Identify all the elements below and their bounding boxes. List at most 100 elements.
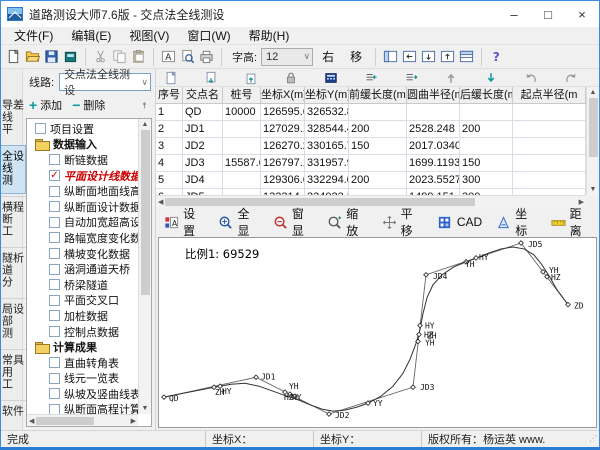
scroll-up-icon[interactable]: ▲ xyxy=(140,119,151,130)
add-button[interactable]: +添加 xyxy=(25,96,66,114)
text-button-1[interactable]: 移 xyxy=(343,47,369,66)
tree-item[interactable]: 平面交叉口 xyxy=(31,293,138,309)
table-cell[interactable]: 150 xyxy=(460,155,513,172)
sidebar-tab-软件[interactable]: 软件 xyxy=(0,400,26,429)
checkbox-icon[interactable] xyxy=(49,326,60,337)
checkbox-icon[interactable] xyxy=(49,186,60,197)
remove-button[interactable]: −删除 xyxy=(68,96,109,114)
tree-item[interactable]: 纵坡及竖曲线表 xyxy=(31,386,138,402)
table-cell[interactable] xyxy=(349,155,407,172)
tree-item[interactable]: 控制点数据 xyxy=(31,324,138,340)
table-cell[interactable]: 200 xyxy=(460,121,513,138)
pin-button[interactable] xyxy=(136,97,153,114)
redo-icon[interactable] xyxy=(562,69,579,86)
table-cell[interactable]: 330165.76 xyxy=(305,138,349,155)
tree-item[interactable]: 计算成果 xyxy=(31,339,138,355)
tree-item[interactable]: 纵断面地面线高程 xyxy=(31,183,138,199)
table-cell[interactable] xyxy=(460,138,513,155)
table-cell[interactable] xyxy=(513,138,586,155)
text-button-0[interactable]: 右 xyxy=(315,47,341,66)
menu-item-3[interactable]: 窗口(W) xyxy=(178,26,239,45)
win-arrow-left-icon[interactable] xyxy=(401,48,418,65)
checkbox-icon[interactable] xyxy=(49,357,60,368)
tree-item[interactable]: 纵断面设计数据 xyxy=(31,199,138,215)
table-cell[interactable]: 332294.00 xyxy=(305,172,349,189)
sidebar-tab-导线平差[interactable]: 导线平差 xyxy=(0,94,26,143)
tree-item[interactable]: 数据输入 xyxy=(31,137,138,153)
menu-item-4[interactable]: 帮助(H) xyxy=(240,26,299,45)
table-cell[interactable]: 126595.62 xyxy=(261,104,305,121)
append-row-icon[interactable] xyxy=(402,69,419,86)
win-split-left-icon[interactable] xyxy=(382,48,399,65)
insert-row-icon[interactable] xyxy=(362,69,379,86)
table-cell[interactable]: 3 xyxy=(156,138,183,155)
tree-item[interactable]: ✓平面设计线数据 xyxy=(31,168,138,184)
table-cell[interactable]: 126797.13 xyxy=(261,155,305,172)
table-cell[interactable]: 2528.248 xyxy=(407,121,460,138)
print-icon[interactable] xyxy=(198,48,215,65)
scrollbar-thumb[interactable] xyxy=(165,198,475,206)
table-cell[interactable] xyxy=(223,121,261,138)
print-preview-icon[interactable] xyxy=(179,48,196,65)
checkbox-icon[interactable] xyxy=(49,310,60,321)
table-cell[interactable]: 200 xyxy=(349,172,407,189)
route-combobox[interactable]: 交点法全线测设 ∨ xyxy=(59,73,151,91)
blank-page-icon[interactable] xyxy=(162,69,179,86)
table-cell[interactable] xyxy=(513,172,586,189)
checkbox-icon[interactable]: ✓ xyxy=(49,170,60,181)
checkbox-icon[interactable] xyxy=(49,217,60,228)
checkbox-icon[interactable] xyxy=(49,264,60,275)
table-cell[interactable]: 300 xyxy=(460,172,513,189)
checkbox-icon[interactable] xyxy=(49,248,60,259)
table-cell[interactable]: JD4 xyxy=(183,172,223,189)
win-split-h-icon[interactable] xyxy=(458,48,475,65)
table-cell[interactable] xyxy=(513,155,586,172)
alignment-plot[interactable]: 比例1: 69529QDZHHYJD1YHHZHYJD2YYJD3HYHZZHY… xyxy=(159,238,596,427)
table-cell[interactable]: 326532.86 xyxy=(305,104,349,121)
table-cell[interactable] xyxy=(349,104,407,121)
table-cell[interactable]: JD1 xyxy=(183,121,223,138)
scrollbar-thumb[interactable] xyxy=(141,130,150,295)
table-cell[interactable]: QD xyxy=(183,104,223,121)
lock-icon[interactable] xyxy=(282,69,299,86)
menu-item-2[interactable]: 视图(V) xyxy=(120,26,178,45)
sidebar-tab-横断工程[interactable]: 横断工程 xyxy=(0,196,26,245)
table-cell[interactable] xyxy=(223,138,261,155)
table-cell[interactable]: 2023.5527 xyxy=(407,172,460,189)
tree-item[interactable]: 直曲转角表 xyxy=(31,355,138,371)
table-cell[interactable] xyxy=(407,104,460,121)
maximize-button[interactable]: □ xyxy=(531,1,565,27)
scroll-down-icon[interactable]: ▼ xyxy=(140,403,151,414)
checkbox-icon[interactable] xyxy=(35,123,46,134)
scrollbar-thumb[interactable] xyxy=(36,417,94,425)
table-cell[interactable]: 200 xyxy=(349,121,407,138)
win-arrow-down-icon[interactable] xyxy=(420,48,437,65)
open-folder-icon[interactable] xyxy=(24,48,41,65)
table-cell[interactable]: 150 xyxy=(349,138,407,155)
table-cell[interactable]: 129306.67 xyxy=(261,172,305,189)
undo-icon[interactable] xyxy=(522,69,539,86)
font-icon[interactable]: A xyxy=(160,48,177,65)
table-cell[interactable]: 5 xyxy=(156,172,183,189)
table-cell[interactable]: 4 xyxy=(156,155,183,172)
plot-tool-CAD[interactable]: CAD xyxy=(436,214,482,231)
table-cell[interactable]: 2 xyxy=(156,121,183,138)
tree-item[interactable]: 线元一览表 xyxy=(31,371,138,387)
table-cell[interactable]: 10000 xyxy=(223,104,261,121)
checkbox-icon[interactable] xyxy=(49,373,60,384)
plot-tool-距离[interactable]: 距离 xyxy=(551,205,591,239)
checkbox-icon[interactable] xyxy=(49,154,60,165)
table-cell[interactable]: JD2 xyxy=(183,138,223,155)
tree-item[interactable]: 加桩数据 xyxy=(31,308,138,324)
table-cell[interactable]: 328544.44 xyxy=(305,121,349,138)
checkbox-icon[interactable] xyxy=(49,201,60,212)
export-up-icon[interactable] xyxy=(242,69,259,86)
plot-tool-设置[interactable]: A设置 xyxy=(164,205,204,239)
minimize-button[interactable]: – xyxy=(497,1,531,27)
tree-item[interactable]: 项目设置 xyxy=(31,121,138,137)
plot-tool-平移[interactable]: 平移 xyxy=(382,205,422,239)
move-up-icon[interactable] xyxy=(442,69,459,86)
checkbox-icon[interactable] xyxy=(49,388,60,399)
tree-item[interactable]: 纵断面高程计算表 xyxy=(31,402,138,414)
scrollbar-thumb[interactable] xyxy=(589,98,598,157)
